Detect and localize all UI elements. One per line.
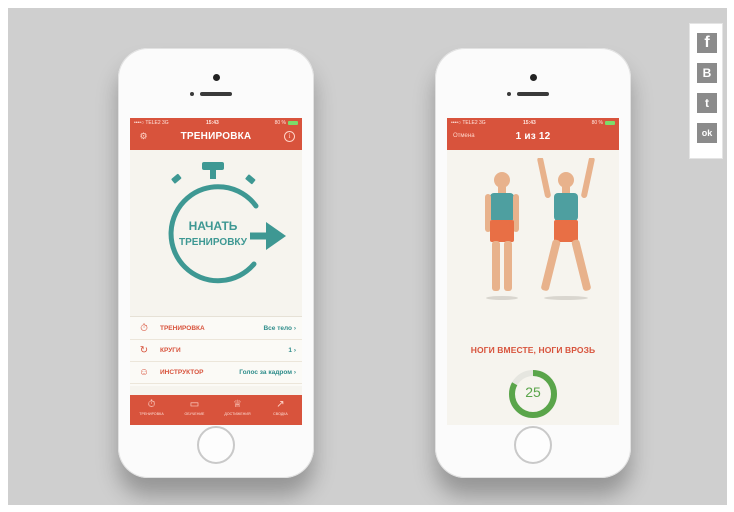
settings-label: ТРЕНИРОВКА bbox=[160, 325, 205, 332]
tab-label: ОБУЧЕНИЕ bbox=[184, 412, 205, 416]
countdown-seconds: 25 bbox=[525, 384, 541, 400]
battery-label: 80 % bbox=[591, 120, 603, 126]
start-line2: ТРЕНИРОВКУ bbox=[179, 237, 248, 248]
settings-value: Все тело › bbox=[263, 325, 296, 332]
info-icon[interactable]: i bbox=[284, 131, 295, 142]
navigation-bar: ••••○ TELE2 3G 15:43 80 % ⚙ ТРЕНИРОВКА i bbox=[130, 118, 302, 150]
exercise-screen: ••••○ TELE2 3G 15:43 80 % Отмена 1 из 12 bbox=[447, 118, 619, 425]
page-title: ТРЕНИРОВКА bbox=[180, 131, 252, 142]
start-workout-button[interactable]: НАЧАТЬ ТРЕНИРОВКУ bbox=[152, 160, 287, 290]
settings-label: КРУГИ bbox=[160, 347, 181, 354]
settings-value-text: Голос за кадром bbox=[239, 369, 293, 376]
vkontakte-icon[interactable]: B bbox=[697, 63, 717, 83]
chart-icon: ↗ bbox=[276, 399, 285, 410]
clock: 15:43 bbox=[523, 120, 536, 126]
battery-label: 80 % bbox=[274, 120, 286, 126]
social-share-bar: f B t ok bbox=[689, 23, 723, 159]
tab-label: СВОДКА bbox=[273, 412, 288, 416]
tab-label: ТРЕНИРОВКА bbox=[139, 412, 164, 416]
stopwatch-stem bbox=[210, 169, 216, 179]
battery-icon bbox=[288, 121, 298, 125]
settings-row-rounds[interactable]: ↻ КРУГИ 1 › bbox=[130, 341, 302, 362]
figure-jumping bbox=[537, 158, 595, 300]
stopwatch-crown bbox=[202, 162, 224, 170]
book-icon: ▭ bbox=[189, 399, 200, 410]
odnoklassniki-icon[interactable]: ok bbox=[697, 123, 717, 143]
navigation-bar: ••••○ TELE2 3G 15:43 80 % Отмена 1 из 12 bbox=[447, 118, 619, 150]
clock: 15:43 bbox=[206, 120, 219, 126]
carrier-label: ••••○ TELE2 3G bbox=[134, 120, 169, 126]
stopwatch-button-left bbox=[171, 173, 182, 184]
tab-learning[interactable]: ▭ ОБУЧЕНИЕ bbox=[173, 398, 216, 416]
tab-bar: ⏱ ТРЕНИРОВКА ▭ ОБУЧЕНИЕ ♕ ДОСТИЖЕНИЯ ↗ С… bbox=[130, 395, 302, 425]
tab-summary[interactable]: ↗ СВОДКА bbox=[259, 398, 302, 416]
status-bar: ••••○ TELE2 3G 15:43 80 % bbox=[447, 119, 619, 128]
settings-row-instructor[interactable]: ☺ ИНСТРУКТОР Голос за кадром › bbox=[130, 363, 302, 384]
settings-value: Голос за кадром › bbox=[239, 369, 296, 376]
stopwatch-icon: ⏱ bbox=[147, 399, 156, 410]
chevron-right-icon: › bbox=[293, 347, 296, 354]
carrier-label: ••••○ TELE2 3G bbox=[451, 120, 486, 126]
workout-screen: ••••○ TELE2 3G 15:43 80 % ⚙ ТРЕНИРОВКА i bbox=[130, 118, 302, 425]
sensor bbox=[190, 92, 194, 96]
phone-exercise: ••••○ TELE2 3G 15:43 80 % Отмена 1 из 12 bbox=[435, 48, 631, 478]
tab-achievements[interactable]: ♕ ДОСТИЖЕНИЯ bbox=[216, 398, 259, 416]
trophy-icon: ♕ bbox=[233, 399, 242, 410]
arrow-right-icon bbox=[266, 222, 286, 250]
stopwatch-button-right bbox=[245, 174, 256, 185]
chevron-right-icon: › bbox=[293, 325, 296, 332]
status-bar: ••••○ TELE2 3G 15:43 80 % bbox=[130, 119, 302, 128]
chevron-right-icon: › bbox=[293, 369, 296, 376]
home-button[interactable] bbox=[514, 426, 552, 464]
exercise-illustration bbox=[485, 158, 595, 300]
earpiece-speaker bbox=[517, 92, 549, 96]
earpiece-speaker bbox=[200, 92, 232, 96]
refresh-icon: ↻ bbox=[139, 345, 149, 356]
stopwatch-icon: ⏱ bbox=[140, 323, 148, 334]
progress-title: 1 из 12 bbox=[515, 131, 551, 142]
promo-image: ••••○ TELE2 3G 15:43 80 % ⚙ ТРЕНИРОВКА i bbox=[8, 8, 727, 505]
phone-workout: ••••○ TELE2 3G 15:43 80 % ⚙ ТРЕНИРОВКА i bbox=[118, 48, 314, 478]
settings-value-text: Все тело bbox=[263, 325, 293, 332]
sensor bbox=[507, 92, 511, 96]
coach-icon: ☺ bbox=[138, 367, 150, 378]
battery-icon bbox=[605, 121, 615, 125]
figure-standing bbox=[485, 172, 519, 300]
exercise-name: НОГИ ВМЕСТЕ, НОГИ ВРОЗЬ bbox=[470, 345, 596, 355]
settings-list: ⏱ ТРЕНИРОВКА Все тело › ↻ КРУГИ 1 › ☺ ИН… bbox=[130, 316, 302, 386]
home-button[interactable] bbox=[197, 426, 235, 464]
front-camera bbox=[213, 74, 220, 81]
facebook-icon[interactable]: f bbox=[697, 33, 717, 53]
settings-row-workout[interactable]: ⏱ ТРЕНИРОВКА Все тело › bbox=[130, 319, 302, 340]
tab-label: ДОСТИЖЕНИЯ bbox=[224, 412, 251, 416]
tab-workout[interactable]: ⏱ ТРЕНИРОВКА bbox=[130, 398, 173, 416]
front-camera bbox=[530, 74, 537, 81]
timer-ring bbox=[168, 184, 259, 284]
settings-value-text: 1 bbox=[288, 347, 293, 354]
settings-value: 1 › bbox=[288, 347, 296, 354]
start-line1: НАЧАТЬ bbox=[189, 219, 238, 233]
twitter-icon[interactable]: t bbox=[697, 93, 717, 113]
settings-label: ИНСТРУКТОР bbox=[160, 369, 204, 376]
